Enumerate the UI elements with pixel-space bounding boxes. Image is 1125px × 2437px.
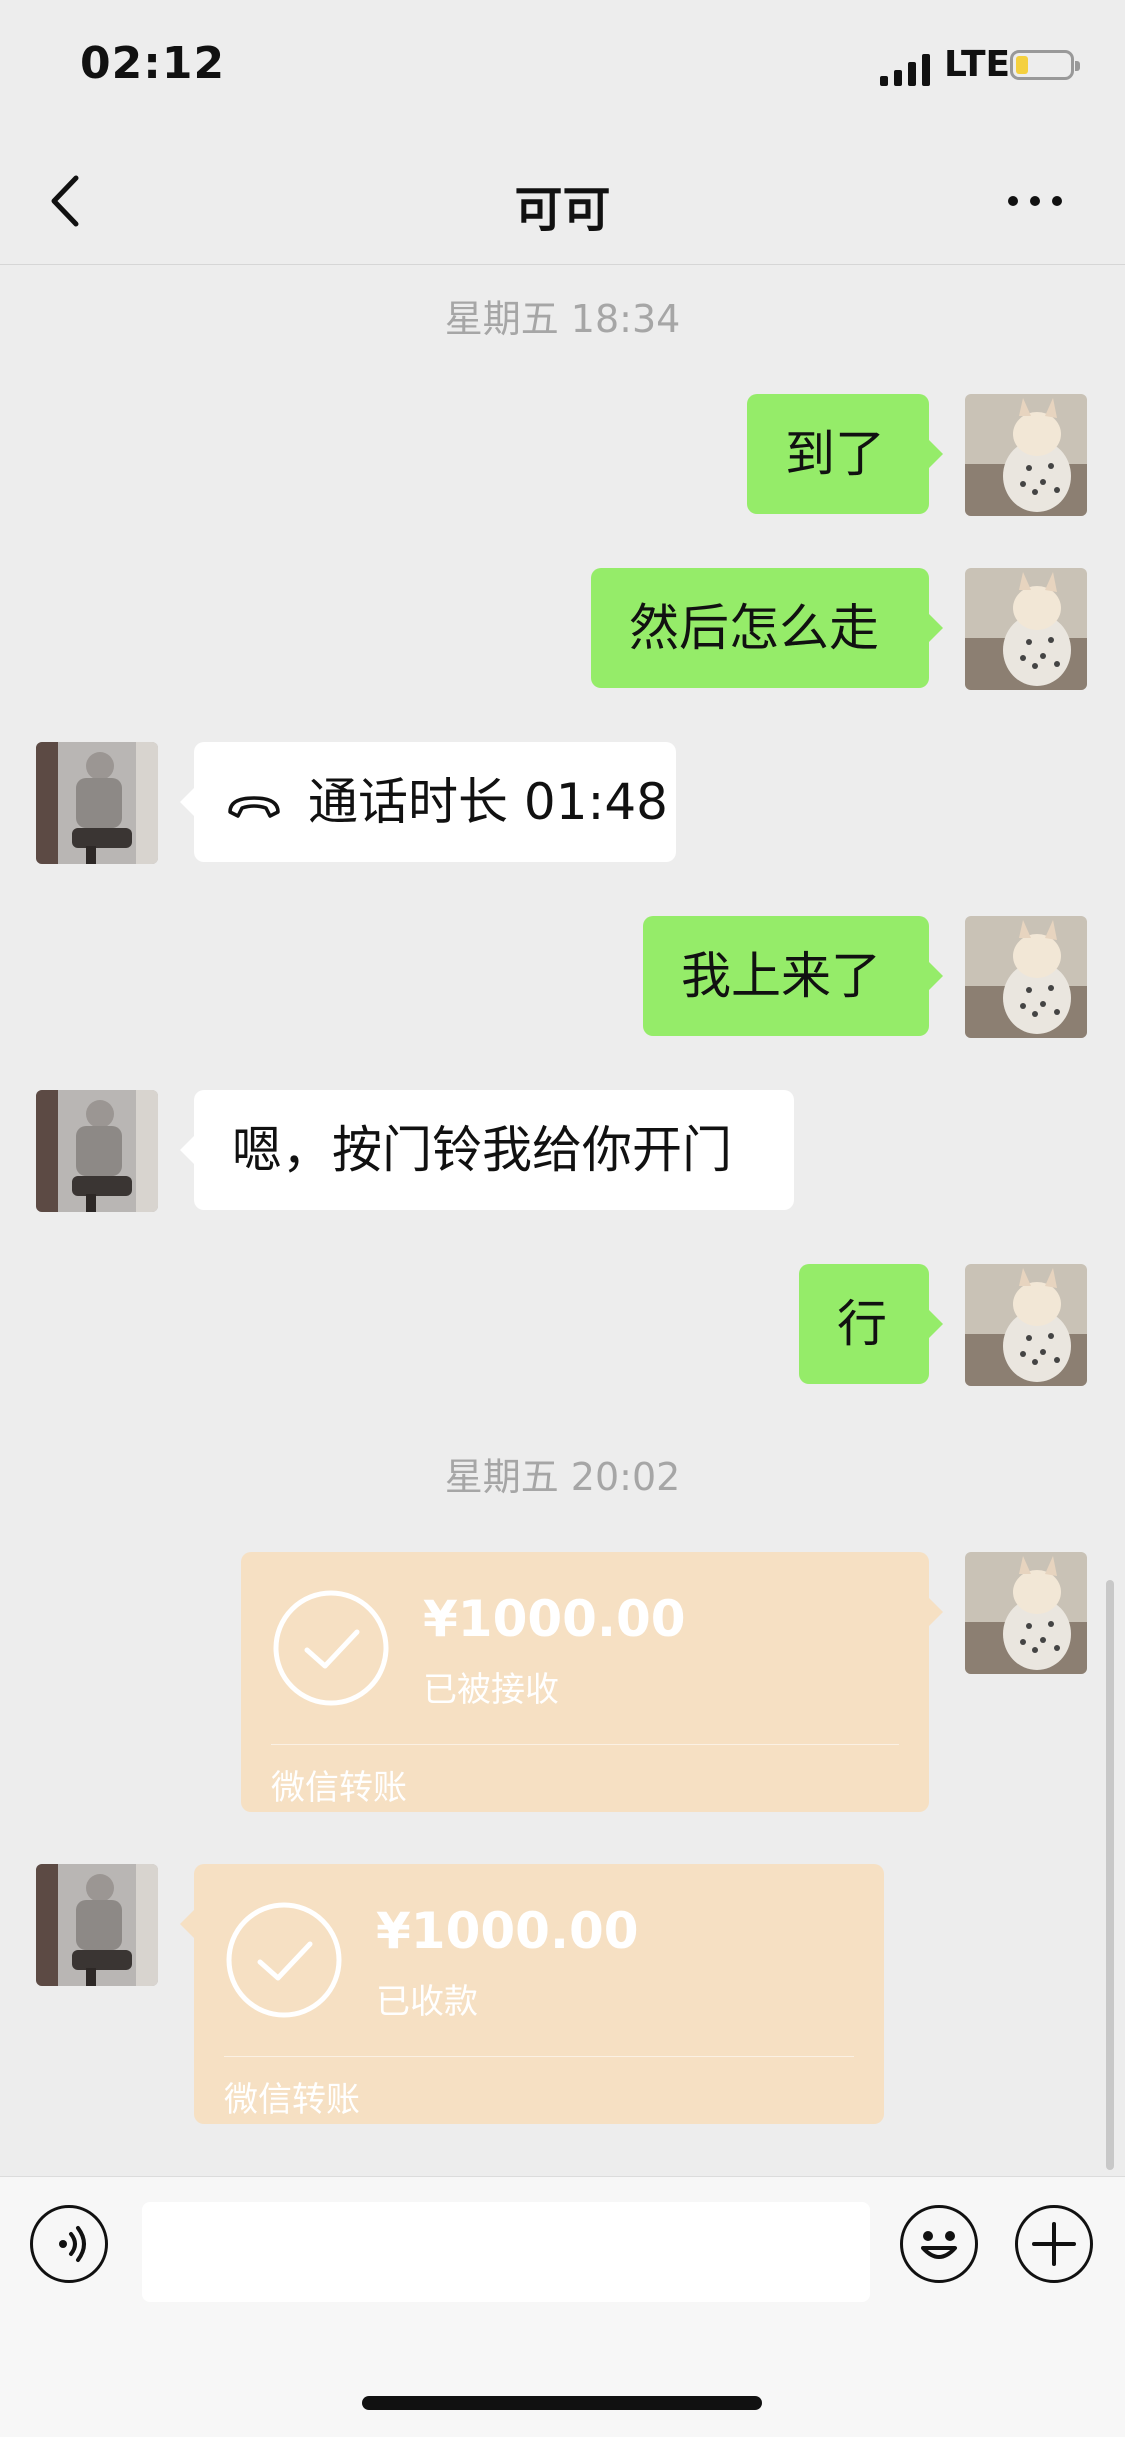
battery-icon [1010, 50, 1080, 80]
dog-avatar-image [965, 394, 1087, 516]
emoji-icon [921, 2231, 957, 2259]
more-dots-icon [1008, 196, 1018, 206]
dog-avatar-image [965, 1264, 1087, 1386]
contact-avatar-image [36, 1090, 158, 1212]
my-avatar[interactable] [965, 568, 1087, 690]
check-circle-icon [273, 1590, 389, 1706]
contact-avatar-image [36, 1864, 158, 1986]
dog-avatar-image [965, 1552, 1087, 1674]
voice-button[interactable] [30, 2205, 108, 2283]
status-time: 02:12 [80, 38, 226, 89]
voice-icon [59, 2226, 86, 2262]
home-indicator[interactable] [362, 2396, 762, 2410]
contact-avatar[interactable] [36, 1090, 158, 1212]
message-text: 行 [837, 1295, 887, 1353]
divider [271, 1744, 899, 1745]
message-input[interactable] [142, 2202, 870, 2302]
plus-button[interactable] [1015, 2205, 1093, 2283]
divider [224, 2056, 854, 2057]
message-text: 我上来了 [681, 947, 881, 1005]
emoji-button[interactable] [900, 2205, 978, 2283]
my-avatar[interactable] [965, 916, 1087, 1038]
message-bubble-outgoing[interactable]: 我上来了 [643, 916, 943, 1036]
contact-avatar-image [36, 742, 158, 864]
nav-bar: 可可 [0, 140, 1125, 265]
transfer-label: 微信转账 [224, 2080, 360, 2120]
message-text: 到了 [785, 425, 885, 483]
timestamp: 星期五 18:34 [444, 297, 681, 341]
message-bubble-outgoing[interactable]: 行 [799, 1264, 943, 1384]
message-text: 然后怎么走 [629, 599, 879, 657]
transfer-label: 微信转账 [271, 1768, 407, 1808]
phone-hangup-icon [228, 795, 280, 818]
check-circle-icon [226, 1902, 342, 2018]
my-avatar[interactable] [965, 1264, 1087, 1386]
cellular-signal-icon [880, 50, 932, 86]
transfer-card-outgoing[interactable]: ¥1000.00 已被接收 微信转账 [241, 1552, 943, 1812]
my-avatar[interactable] [965, 1552, 1087, 1674]
message-text: 嗯，按门铃我给你开门 [232, 1121, 732, 1179]
call-record-bubble[interactable]: 通话时长 01:48 [180, 742, 676, 862]
transfer-amount: ¥1000.00 [423, 1590, 686, 1648]
chat-title: 可可 [514, 182, 611, 238]
my-avatar[interactable] [965, 394, 1087, 516]
timestamp: 星期五 20:02 [444, 1455, 681, 1499]
chat-scrollbar[interactable] [1106, 1580, 1114, 2170]
dog-avatar-image [965, 916, 1087, 1038]
transfer-amount: ¥1000.00 [376, 1902, 639, 1960]
transfer-card-incoming[interactable]: ¥1000.00 已收款 微信转账 [180, 1864, 884, 2124]
message-bubble-outgoing[interactable]: 到了 [747, 394, 943, 514]
message-bubble-outgoing[interactable]: 然后怎么走 [591, 568, 943, 688]
network-type: LTE [944, 44, 1011, 85]
plus-icon [1032, 2222, 1076, 2266]
dog-avatar-image [965, 568, 1087, 690]
transfer-status: 已收款 [376, 1982, 478, 2022]
contact-avatar[interactable] [36, 1864, 158, 1986]
contact-avatar[interactable] [36, 742, 158, 864]
message-bubble-incoming[interactable]: 嗯，按门铃我给你开门 [180, 1090, 794, 1210]
transfer-status: 已被接收 [423, 1670, 559, 1710]
more-button[interactable] [1000, 180, 1070, 220]
call-duration-text: 通话时长 01:48 [308, 773, 668, 831]
